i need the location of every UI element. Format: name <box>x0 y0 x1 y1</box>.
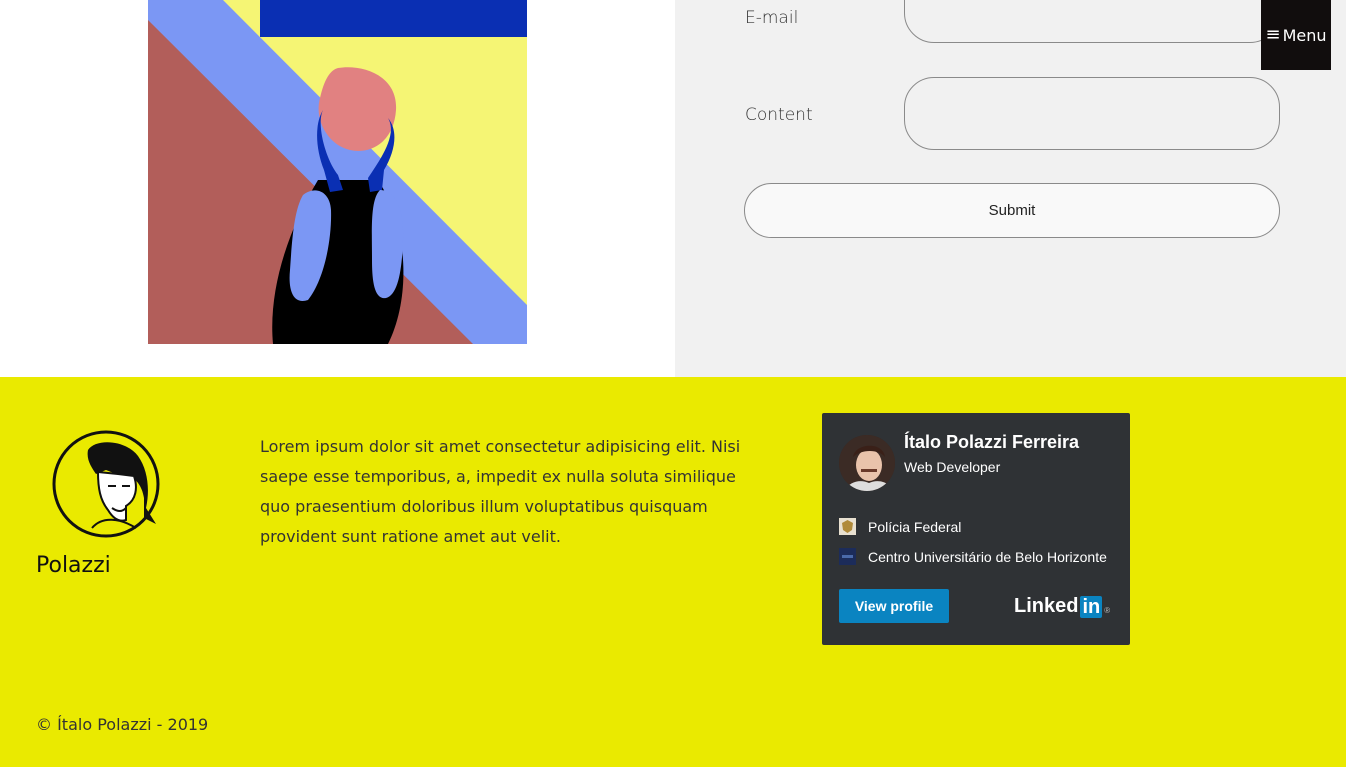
menu-label: Menu <box>1282 25 1327 45</box>
menu-button[interactable]: ≡ Menu <box>1261 0 1331 70</box>
linkedin-badge: Ítalo Polazzi Ferreira Web Developer Pol… <box>822 413 1130 645</box>
scream-illustration <box>148 0 527 344</box>
contact-form: E-mail Content Submit <box>675 0 1346 377</box>
education-row[interactable]: Centro Universitário de Belo Horizonte <box>839 548 1107 565</box>
experience-label: Polícia Federal <box>868 518 962 535</box>
education-label: Centro Universitário de Belo Horizonte <box>868 548 1107 565</box>
profile-avatar <box>839 435 895 491</box>
linkedin-logo-icon[interactable]: Linked in ® <box>1014 595 1110 618</box>
email-field[interactable] <box>904 0 1280 43</box>
policia-federal-logo-icon <box>839 518 856 535</box>
linkedin-registered-mark: ® <box>1104 606 1111 615</box>
experience-row[interactable]: Polícia Federal <box>839 518 961 535</box>
hamburger-icon: ≡ <box>1265 24 1281 45</box>
profile-title: Web Developer <box>904 459 1001 475</box>
copyright: © Ítalo Polazzi - 2019 <box>36 715 209 734</box>
view-profile-button[interactable]: View profile <box>839 589 949 623</box>
email-label: E-mail <box>745 8 799 28</box>
content-field[interactable] <box>904 77 1280 150</box>
illustration-area <box>0 0 675 377</box>
university-logo-icon <box>839 548 856 565</box>
submit-button[interactable]: Submit <box>744 183 1280 238</box>
content-label: Content <box>745 105 813 125</box>
footer: Polazzi Lorem ipsum dolor sit amet conse… <box>0 377 1346 767</box>
footer-description: Lorem ipsum dolor sit amet consectetur a… <box>260 437 741 546</box>
linkedin-logo-text: Linked <box>1014 595 1079 617</box>
top-section: E-mail Content Submit ≡ Menu <box>0 0 1346 377</box>
profile-name[interactable]: Ítalo Polazzi Ferreira <box>904 432 1079 453</box>
brand-name: Polazzi <box>36 553 111 578</box>
linkedin-logo-in: in <box>1080 595 1103 618</box>
face-portrait-icon <box>52 430 160 538</box>
